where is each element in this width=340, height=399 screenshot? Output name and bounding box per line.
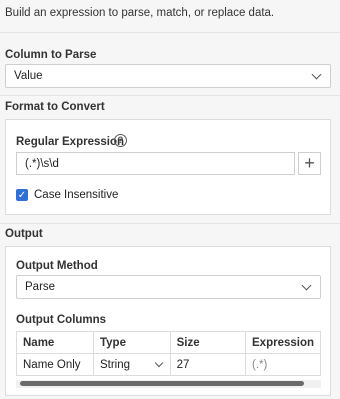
output-columns-label: Output Columns [16, 314, 107, 326]
output-columns-table: Name Type Size Expression Name Only Stri… [16, 331, 321, 376]
chevron-down-icon [311, 69, 322, 79]
chevron-down-icon [154, 358, 163, 367]
output-method-select[interactable]: Parse [16, 275, 321, 299]
regular-expression-value: (.*)\s\d [25, 157, 59, 170]
description-text: Build an expression to parse, match, or … [5, 7, 275, 19]
chevron-down-icon [301, 280, 312, 290]
column-to-parse-label: Column to Parse [5, 49, 97, 61]
column-header-expression: Expression [245, 331, 321, 354]
output-card: Output Method Parse Output Columns Name … [5, 246, 331, 396]
expression-cell[interactable]: (.*) [245, 353, 321, 376]
case-insensitive-checkbox[interactable]: ✓ [16, 189, 28, 201]
column-to-parse-select[interactable]: Value [5, 64, 331, 88]
output-method-value: Parse [25, 281, 56, 293]
output-label: Output [5, 228, 43, 240]
case-insensitive-label: Case Insensitive [34, 189, 119, 201]
help-icon[interactable]: ? [114, 134, 127, 147]
plus-icon: + [304, 153, 315, 173]
type-select[interactable]: String [92, 353, 171, 376]
name-cell[interactable]: Name Only [16, 353, 94, 376]
table-row: Name Only String 27 (.*) [16, 353, 321, 376]
regular-expression-label: Regular Expression [16, 136, 125, 148]
column-header-type: Type [92, 331, 171, 354]
divider [0, 95, 340, 96]
regular-expression-input[interactable]: (.*)\s\d [16, 152, 295, 175]
format-to-convert-card: Regular Expression ? (.*)\s\d + ✓ Case I… [5, 119, 331, 215]
output-method-label: Output Method [16, 260, 98, 272]
type-value: String [99, 358, 131, 371]
format-to-convert-label: Format to Convert [5, 101, 105, 113]
size-cell[interactable]: 27 [169, 353, 247, 376]
add-expression-button[interactable]: + [298, 152, 321, 175]
column-header-name: Name [16, 331, 94, 354]
column-header-size: Size [169, 331, 247, 354]
divider [0, 32, 340, 33]
divider [0, 223, 340, 224]
checkmark-icon: ✓ [17, 189, 27, 201]
horizontal-scrollbar-thumb[interactable] [20, 381, 304, 386]
table-header-row: Name Type Size Expression [16, 331, 321, 354]
column-to-parse-value: Value [14, 70, 43, 82]
